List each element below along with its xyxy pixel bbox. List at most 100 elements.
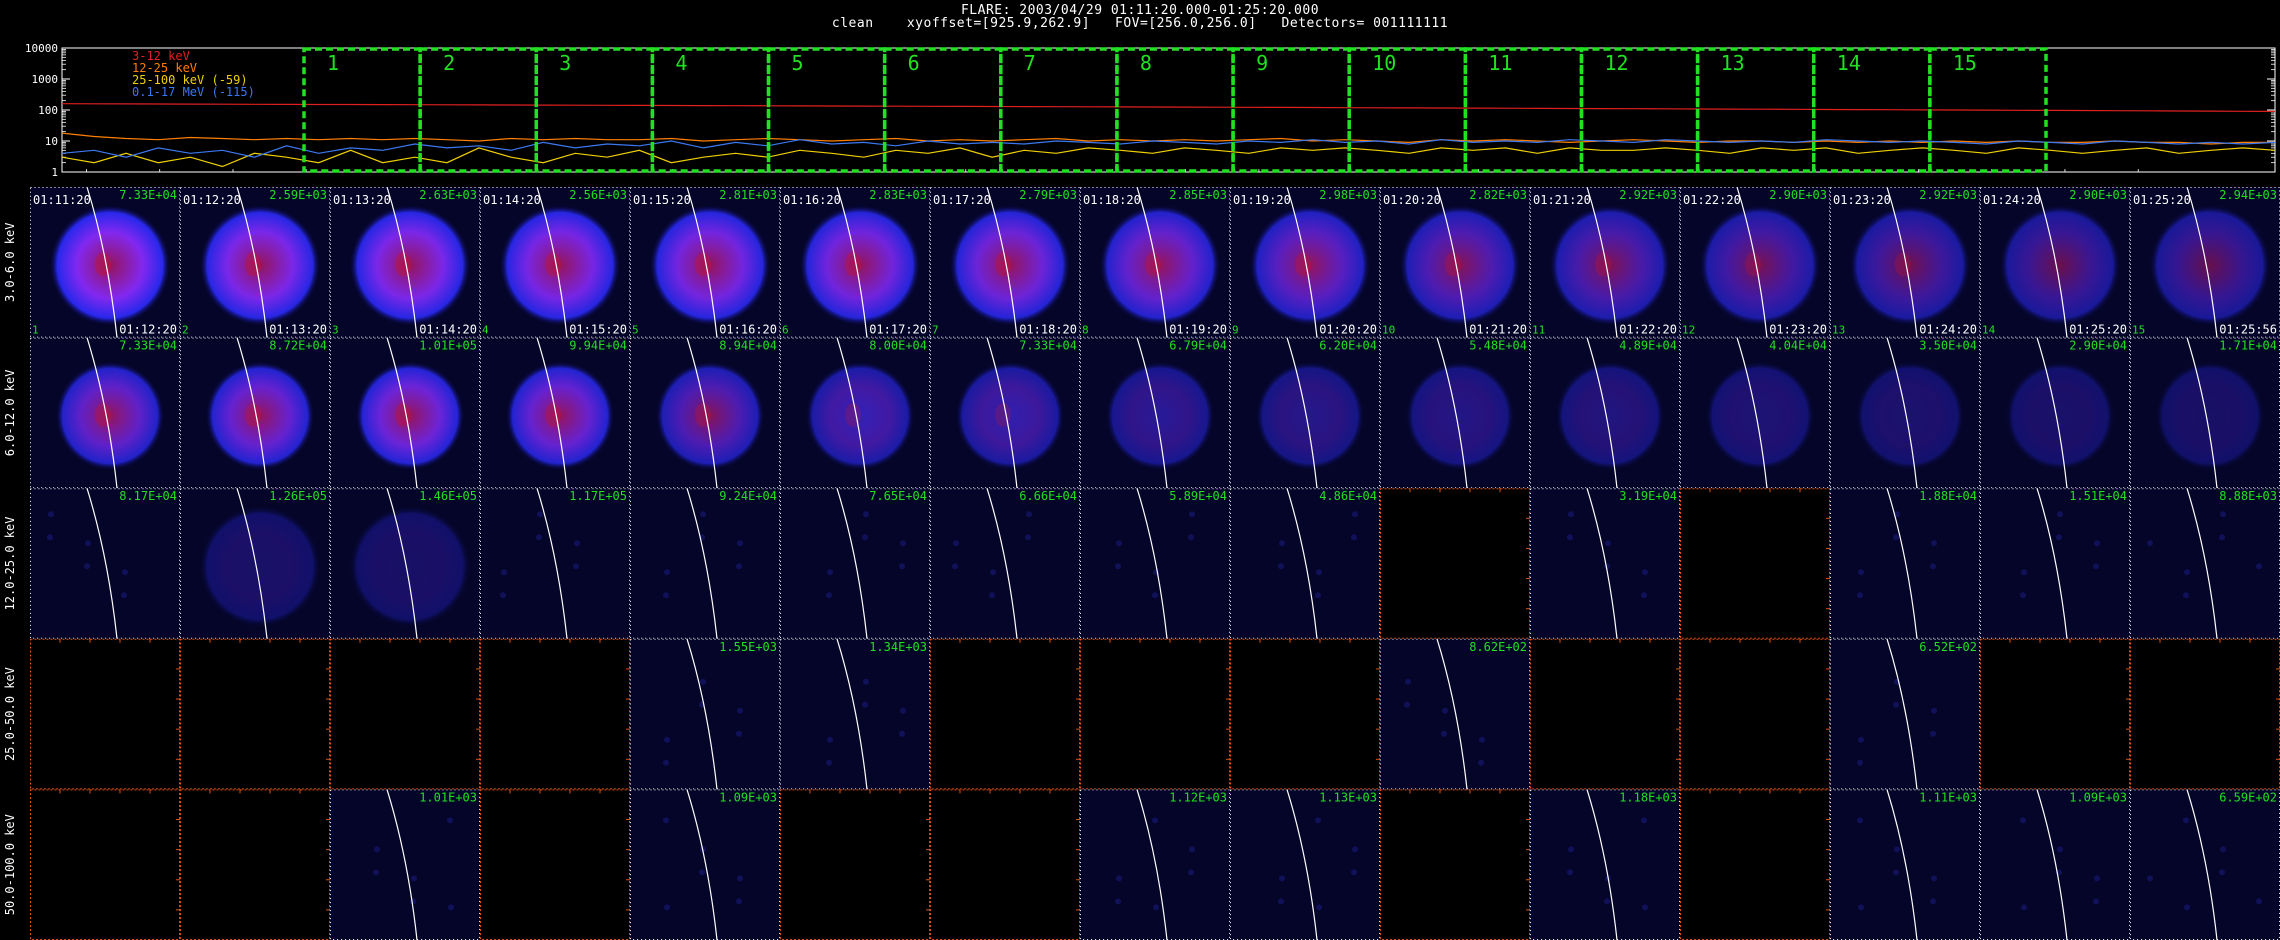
noise-speck (1116, 540, 1122, 547)
column-index: 3 (332, 324, 339, 337)
image-panel-r1-c5: 2.81E+03 01:15:20 01:16:20 5 (630, 186, 780, 338)
noise-speck (1857, 817, 1863, 824)
peak-value: 1.12E+03 (1169, 790, 1227, 804)
image-panel-r5-c11: 1.18E+03 (1530, 789, 1680, 940)
image-panel-r5-c1 (30, 789, 180, 940)
noise-speck (1116, 875, 1122, 882)
end-time: 01:24:20 (1919, 323, 1977, 337)
panel-bg (930, 789, 1080, 940)
noise-speck (1642, 569, 1648, 576)
image-panel-r1-c13: 2.92E+03 01:23:20 01:24:20 13 (1830, 186, 1980, 338)
noise-speck (410, 898, 416, 905)
interval-box-13 (1695, 47, 1816, 173)
start-time: 01:12:20 (183, 193, 241, 207)
noise-speck (663, 817, 669, 824)
noise-speck (2057, 511, 2063, 518)
noise-speck (1858, 904, 1864, 911)
panel-bg (1380, 638, 1530, 790)
peak-value: 1.55E+03 (719, 640, 777, 654)
noise-speck (1858, 736, 1864, 743)
noise-speck (863, 511, 869, 518)
image-panel-r3-c11: 3.19E+04 (1530, 488, 1680, 639)
peak-value: 8.88E+03 (2219, 489, 2277, 503)
noise-speck (899, 730, 905, 737)
noise-speck (1642, 904, 1648, 911)
image-panel-r2-c14: 2.90E+04 (1980, 337, 2130, 489)
image-panel-r1-c15: 2.94E+03 01:25:20 01:25:56 15 (2130, 186, 2280, 338)
image-panel-r2-c7: 7.33E+04 (930, 337, 1080, 489)
panel-bg (1080, 789, 1230, 940)
noise-speck (827, 736, 833, 743)
start-time: 01:24:20 (1983, 193, 2041, 207)
interval-label-8: 8 (1140, 51, 1152, 75)
noise-speck (1930, 898, 1936, 905)
panel-bg (1530, 488, 1680, 639)
noise-speck (2219, 534, 2225, 541)
source-image (1556, 361, 1664, 470)
end-time: 01:25:56 (2219, 323, 2277, 337)
noise-speck (1351, 869, 1357, 876)
panel-bg (1830, 488, 1980, 639)
peak-value: 2.59E+03 (269, 188, 327, 202)
image-panel-r4-c9 (1230, 638, 1380, 790)
noise-speck (1567, 534, 1573, 541)
peak-value: 2.56E+03 (569, 188, 627, 202)
start-time: 01:22:20 (1683, 193, 1741, 207)
peak-value: 2.94E+03 (2219, 188, 2277, 202)
interval-label-13: 13 (1721, 51, 1745, 75)
start-time: 01:15:20 (633, 193, 691, 207)
noise-speck (2094, 875, 2100, 882)
noise-speck (737, 540, 743, 547)
noise-speck (1930, 730, 1936, 737)
end-time: 01:23:20 (1769, 323, 1827, 337)
panel-bg (1980, 638, 2130, 790)
interval-box-11 (1463, 47, 1584, 173)
image-panel-r5-c12 (1680, 789, 1830, 940)
noise-speck (863, 678, 869, 685)
image-panel-r1-c9: 2.98E+03 01:19:20 01:20:20 9 (1230, 186, 1380, 338)
image-panel-r3-c5: 9.24E+04 (630, 488, 780, 639)
image-panel-r4-c14 (1980, 638, 2130, 790)
end-time: 01:19:20 (1169, 323, 1227, 337)
peak-value: 1.34E+03 (869, 640, 927, 654)
noise-speck (953, 540, 959, 547)
image-panel-r2-c3: 1.01E+05 (330, 337, 480, 489)
column-index: 12 (1682, 324, 1695, 337)
panel-bg (1230, 789, 1380, 940)
noise-speck (1931, 875, 1937, 882)
interval-label-14: 14 (1837, 51, 1861, 75)
peak-value: 3.19E+04 (1619, 489, 1677, 503)
image-panel-r3-c1: 8.17E+04 (30, 488, 180, 639)
panel-bg (180, 789, 330, 940)
peak-value: 1.71E+04 (2219, 339, 2277, 353)
peak-value: 1.13E+03 (1319, 790, 1377, 804)
panel-bg (780, 789, 930, 940)
source-core (1445, 252, 1461, 277)
panel-bg (630, 488, 780, 639)
noise-speck (664, 736, 670, 743)
noise-speck (1441, 730, 1447, 737)
panel-bg (180, 638, 330, 790)
start-time: 01:16:20 (783, 193, 841, 207)
panel-bg (1230, 488, 1380, 639)
noise-speck (447, 817, 453, 824)
noise-speck (899, 563, 905, 570)
noise-speck (1641, 817, 1647, 824)
noise-speck (84, 563, 90, 570)
noise-speck (1604, 898, 1610, 905)
image-panel-r3-c4: 1.17E+05 (480, 488, 630, 639)
source-core (1595, 252, 1611, 277)
peak-value: 1.09E+03 (719, 790, 777, 804)
end-time: 01:16:20 (719, 323, 777, 337)
panel-bg (30, 488, 180, 639)
noise-speck (2057, 846, 2063, 853)
start-time: 01:19:20 (1233, 193, 1291, 207)
noise-speck (1152, 592, 1158, 599)
start-time: 01:17:20 (933, 193, 991, 207)
source-core (1895, 252, 1911, 277)
noise-speck (1189, 511, 1195, 518)
interval-box-2 (418, 47, 539, 173)
noise-speck (737, 875, 743, 882)
noise-speck (1153, 904, 1159, 911)
peak-value: 8.72E+04 (269, 339, 327, 353)
